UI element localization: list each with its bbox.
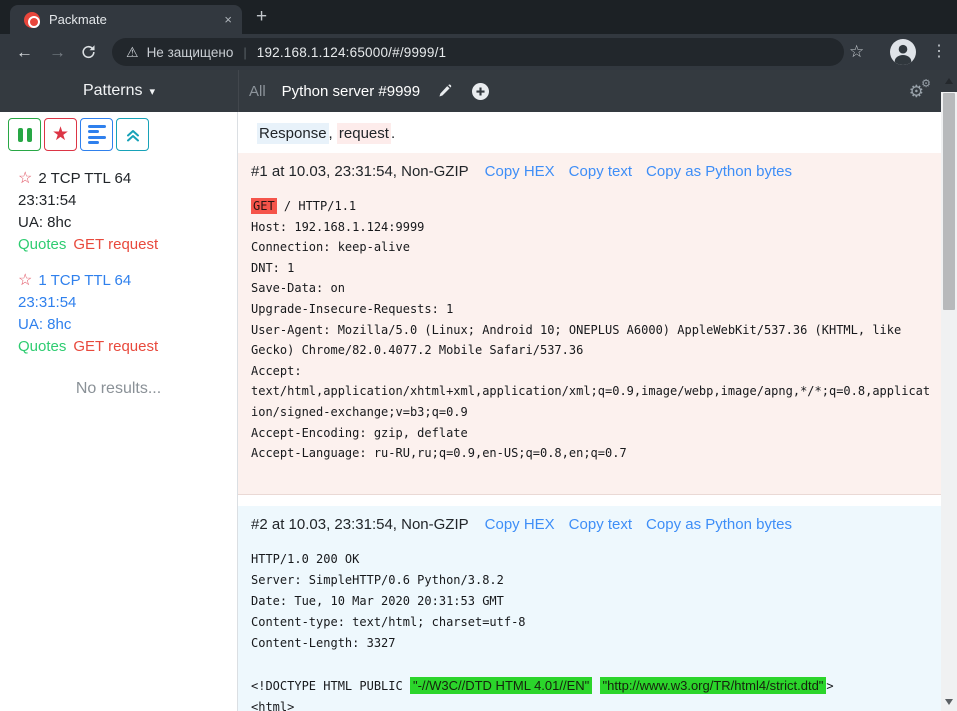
applied-patterns-line: Response, request.: [257, 124, 941, 143]
streams-sidebar: ★ ☆ 2 TCP TTL 64 23:31:54 UA: 8hc Quotes G…: [0, 112, 238, 711]
star-outline-icon[interactable]: ☆: [18, 170, 32, 187]
stream-time: 23:31:54: [18, 292, 227, 314]
add-pattern-icon[interactable]: [472, 83, 489, 100]
pause-capture-button[interactable]: [8, 118, 41, 151]
stream-tags: Quotes GET request: [18, 234, 227, 256]
scrollbar-thumb[interactable]: [943, 93, 955, 310]
stream-title-row: ☆ 1 TCP TTL 64: [18, 270, 227, 292]
no-results-label: No results...: [0, 380, 237, 398]
chevron-down-icon: ▾: [150, 85, 156, 98]
copy-hex-link[interactable]: Copy HEX: [485, 162, 555, 182]
collapse-sidebar-button[interactable]: [116, 118, 149, 151]
scrollbar-up-button[interactable]: [941, 70, 957, 92]
tag-quotes: Quotes: [18, 338, 66, 355]
stream-tags: Quotes GET request: [18, 336, 227, 358]
list-view-button[interactable]: [80, 118, 113, 151]
packet-card-request: #1 at 10.03, 23:31:54, Non-GZIP Copy HEX…: [238, 153, 941, 495]
stream-title: 1 TCP TTL 64: [38, 272, 131, 289]
pattern-tabs: All Python server #9999 ⚙ ⚙: [238, 70, 957, 112]
list-lines-icon: [88, 122, 106, 147]
stream-item[interactable]: ☆ 2 TCP TTL 64 23:31:54 UA: 8hc Quotes GET…: [18, 168, 227, 256]
stream-item-selected[interactable]: ☆ 1 TCP TTL 64 23:31:54 UA: 8hc Quotes GET…: [18, 270, 227, 358]
tab-title: Packmate: [49, 12, 224, 27]
security-label: Не защищено: [147, 45, 234, 60]
double-chevron-up-icon: [125, 127, 141, 143]
tab-all[interactable]: All: [249, 83, 266, 100]
forward-icon[interactable]: →: [49, 44, 66, 61]
address-bar[interactable]: ⚠ Не защищено | 192.168.1.124:65000/#/99…: [112, 38, 844, 66]
copy-text-link[interactable]: Copy text: [569, 162, 632, 182]
packets-panel: Response, request. #1 at 10.03, 23:31:54…: [238, 112, 941, 711]
packet-card-response: #2 at 10.03, 23:31:54, Non-GZIP Copy HEX…: [238, 506, 941, 711]
scrollbar-down-icon[interactable]: [945, 699, 953, 705]
settings-gears-icon[interactable]: ⚙ ⚙: [909, 83, 924, 100]
not-secure-warning-icon[interactable]: ⚠: [126, 44, 139, 61]
page-content: ★ ☆ 2 TCP TTL 64 23:31:54 UA: 8hc Quotes G…: [0, 112, 941, 711]
triangle-up-icon: [945, 78, 953, 84]
page-scrollbar[interactable]: [941, 70, 957, 711]
patterns-label: Patterns: [83, 82, 143, 100]
patterns-dropdown[interactable]: Patterns ▾: [0, 82, 238, 100]
tab-python-server[interactable]: Python server #9999: [282, 83, 420, 100]
packet-body: GET / HTTP/1.1 Host: 192.168.1.124:9999 …: [251, 196, 933, 494]
packet-header: #2 at 10.03, 23:31:54, Non-GZIP Copy HEX…: [238, 506, 941, 535]
gear-small-icon: ⚙: [921, 79, 931, 90]
star-icon: ★: [52, 125, 69, 144]
stream-user-agent: UA: 8hc: [18, 314, 227, 336]
tag-get-request: GET request: [73, 236, 158, 253]
edit-pencil-icon[interactable]: [437, 84, 452, 99]
sidebar-toolbar: ★: [8, 118, 231, 151]
packmate-favicon: [24, 12, 40, 28]
copy-python-bytes-link[interactable]: Copy as Python bytes: [646, 515, 792, 535]
stream-title-row: ☆ 2 TCP TTL 64: [18, 168, 227, 190]
browser-toolbar: ← → ⚠ Не защищено | 192.168.1.124:65000/…: [0, 34, 957, 70]
pause-icon: [18, 128, 32, 142]
back-icon[interactable]: ←: [16, 44, 33, 61]
profile-avatar[interactable]: [890, 39, 916, 65]
packet-meta: #2 at 10.03, 23:31:54, Non-GZIP: [251, 515, 469, 535]
reload-icon[interactable]: [80, 44, 97, 61]
bookmark-star-icon[interactable]: ☆: [849, 42, 864, 62]
tag-quotes: Quotes: [18, 236, 66, 253]
stream-time: 23:31:54: [18, 190, 227, 212]
stream-title: 2 TCP TTL 64: [38, 170, 131, 187]
tag-get-request: GET request: [73, 338, 158, 355]
packet-header: #1 at 10.03, 23:31:54, Non-GZIP Copy HEX…: [238, 153, 941, 182]
browser-tab[interactable]: Packmate ×: [10, 5, 242, 34]
packet-meta: #1 at 10.03, 23:31:54, Non-GZIP: [251, 162, 469, 182]
browser-tab-strip: Packmate × +: [0, 0, 957, 34]
packet-body: HTTP/1.0 200 OK Server: SimpleHTTP/0.6 P…: [251, 549, 933, 711]
url-text: 192.168.1.124:65000/#/9999/1: [257, 45, 447, 60]
url-separator: |: [243, 45, 246, 60]
new-tab-icon[interactable]: +: [256, 7, 267, 26]
copy-hex-link[interactable]: Copy HEX: [485, 515, 555, 535]
browser-window: Packmate × + ← → ⚠ Не защищено | 192.168…: [0, 0, 957, 711]
favorites-filter-button[interactable]: ★: [44, 118, 77, 151]
browser-menu-icon[interactable]: ⋮: [931, 44, 947, 60]
copy-text-link[interactable]: Copy text: [569, 515, 632, 535]
star-outline-icon[interactable]: ☆: [18, 272, 32, 289]
close-tab-icon[interactable]: ×: [224, 12, 232, 27]
copy-python-bytes-link[interactable]: Copy as Python bytes: [646, 162, 792, 182]
app-navbar: Patterns ▾ All Python server #9999 ⚙ ⚙: [0, 70, 957, 112]
stream-user-agent: UA: 8hc: [18, 212, 227, 234]
